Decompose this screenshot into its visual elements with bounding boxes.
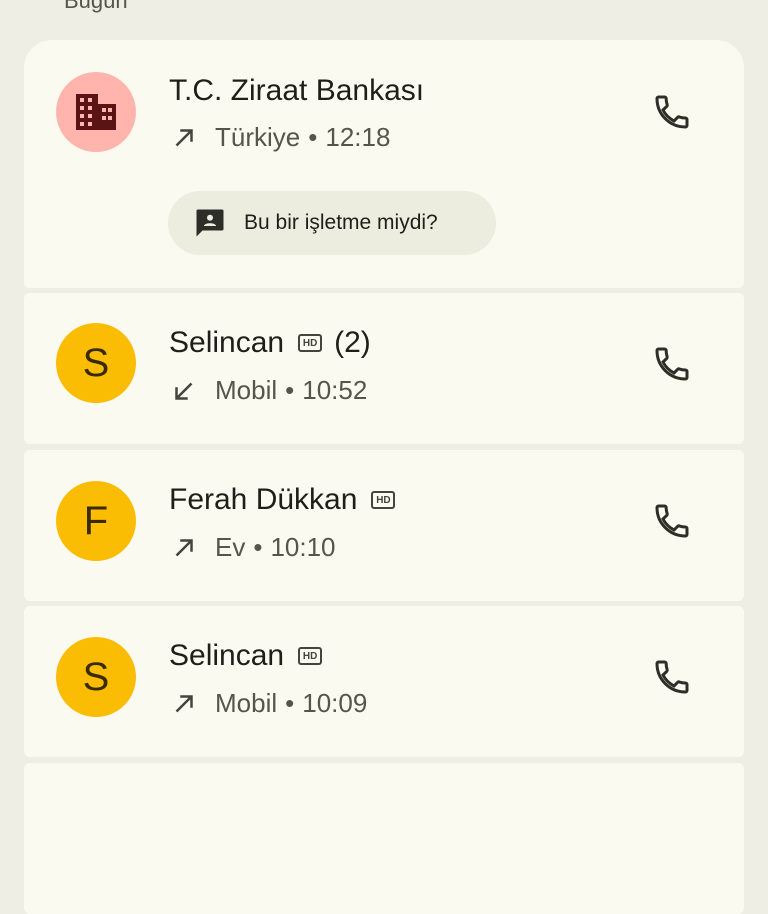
hd-icon: HD: [371, 491, 396, 509]
separator: •: [285, 375, 295, 405]
outgoing-call-arrow-icon: [175, 538, 193, 556]
call-log-item[interactable]: T.C. Ziraat Bankası Türkiye • 12:18 Bu b…: [24, 40, 744, 288]
separator: •: [253, 532, 263, 562]
call-button[interactable]: [644, 84, 700, 140]
outgoing-call-arrow-icon: [175, 128, 193, 146]
hd-icon: HD: [298, 334, 323, 352]
separator: •: [285, 688, 295, 718]
avatar[interactable]: F: [56, 481, 136, 561]
avatar[interactable]: S: [56, 323, 136, 403]
incoming-call-arrow-icon: [175, 382, 193, 400]
avatar-letter: F: [83, 498, 109, 543]
call-time: 10:10: [270, 532, 336, 562]
call-log-item[interactable]: [24, 763, 744, 914]
business-suggestion-chip[interactable]: Bu bir işletme miydi?: [168, 191, 496, 255]
call-time: 10:52: [302, 375, 368, 405]
call-time: 12:18: [325, 122, 391, 152]
avatar-letter: S: [82, 340, 110, 385]
contact-name: T.C. Ziraat Bankası: [169, 74, 425, 107]
phone-icon: [655, 95, 689, 129]
phone-icon: [655, 504, 689, 538]
outgoing-call-arrow-icon: [175, 694, 193, 712]
avatar[interactable]: [56, 72, 136, 152]
call-log-item[interactable]: S Selincan HD Mobil • 10:09: [24, 606, 744, 757]
hd-icon: HD: [298, 647, 323, 665]
business-icon: [76, 94, 116, 130]
call-type: Mobil: [215, 375, 278, 405]
call-type: Türkiye: [215, 122, 301, 152]
call-type: Mobil: [215, 688, 278, 718]
contact-name: Selincan: [169, 639, 285, 672]
chip-label: Bu bir işletme miydi?: [244, 211, 438, 234]
phone-icon: [655, 660, 689, 694]
contact-name: Ferah Dükkan: [169, 483, 358, 516]
separator: •: [308, 122, 318, 152]
call-button[interactable]: [644, 493, 700, 549]
call-log-item[interactable]: S Selincan HD (2) Mobil • 10:52: [24, 293, 744, 444]
avatar[interactable]: S: [56, 637, 136, 717]
call-type: Ev: [215, 532, 246, 562]
call-button[interactable]: [644, 649, 700, 705]
contact-name: Selincan: [169, 326, 285, 359]
call-button[interactable]: [644, 336, 700, 392]
call-time: 10:09: [302, 688, 368, 718]
feedback-icon: [196, 209, 224, 237]
call-count: (2): [334, 326, 371, 359]
section-header-today: Bugün: [64, 0, 128, 13]
call-log-item[interactable]: F Ferah Dükkan HD Ev • 10:10: [24, 450, 744, 601]
phone-icon: [655, 347, 689, 381]
avatar-letter: S: [82, 654, 110, 699]
